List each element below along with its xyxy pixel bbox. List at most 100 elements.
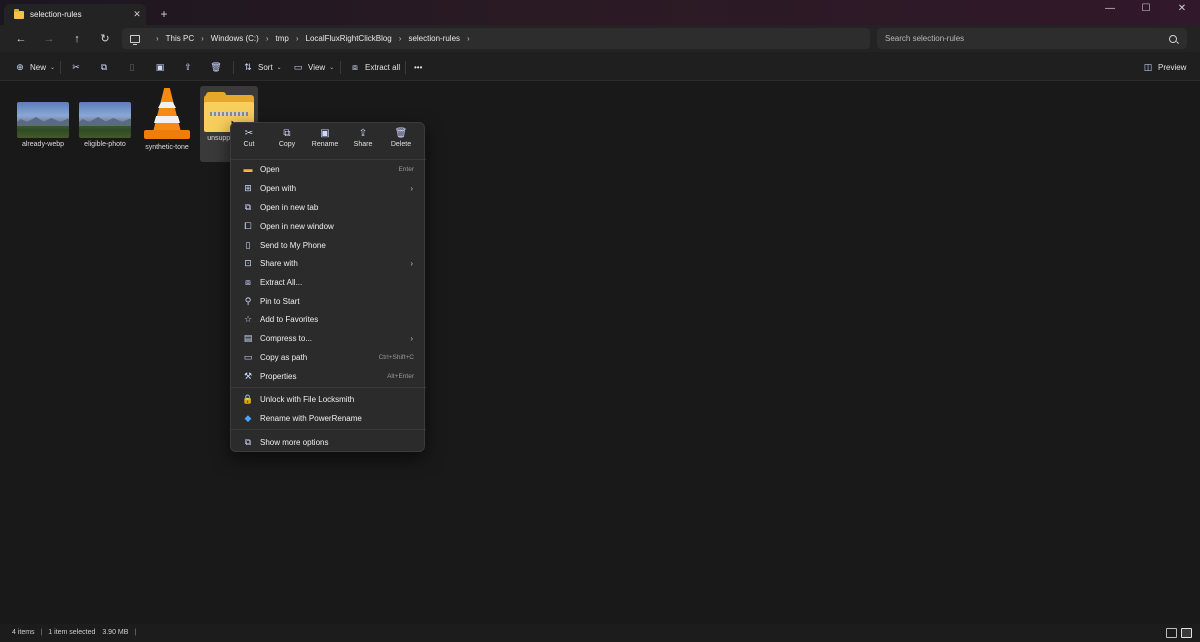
menu-item-extract-all[interactable]: ⧈ Extract All...	[234, 273, 423, 291]
new-button[interactable]: ⊕ New ⌄	[14, 60, 55, 74]
delete-button[interactable]: 🗑	[210, 60, 222, 74]
delete-action[interactable]: 🗑 Delete	[383, 127, 419, 148]
file-name: eligible-photo	[84, 141, 126, 148]
copy-label: Copy	[278, 141, 296, 148]
file-item[interactable]: synthetic-tone	[138, 86, 196, 151]
menu-item-label: Unlock with File Locksmith	[260, 394, 355, 404]
chevron-right-icon[interactable]: ›	[296, 34, 299, 43]
chevron-down-icon: ⌄	[276, 64, 282, 71]
menu-item-label: Extract All...	[260, 277, 303, 287]
rename-icon: ▣	[320, 128, 330, 139]
separator	[340, 61, 341, 74]
tab-selection-rules[interactable]: selection-rules ✕	[4, 4, 146, 25]
status-separator: |	[40, 629, 43, 636]
rename-action[interactable]: ▣ Rename	[307, 127, 343, 148]
sort-button[interactable]: ⇅ Sort ⌄	[242, 60, 282, 74]
folder-icon	[14, 8, 24, 19]
file-view[interactable]: already-webp eligible-photo synthetic-to…	[0, 82, 1200, 624]
refresh-button[interactable]: ↻	[96, 30, 114, 48]
rename-icon: ▣	[155, 61, 165, 72]
large-icons-view-icon[interactable]	[1181, 628, 1192, 638]
clipboard-icon: ▯	[129, 61, 135, 72]
menu-item-label: Add to Favorites	[260, 314, 319, 324]
menu-item-label: Open in new window	[260, 221, 334, 231]
file-item[interactable]: eligible-photo	[76, 86, 134, 148]
cut-label: Cut	[243, 141, 255, 148]
preview-pane-icon: ◫	[1143, 61, 1153, 72]
status-separator: |	[134, 629, 137, 636]
paste-button[interactable]: ▯	[126, 60, 138, 74]
share-icon: ⇪	[184, 61, 192, 72]
powerrename-icon: ◆	[244, 412, 252, 423]
search-input[interactable]: Search selection-rules	[885, 34, 1169, 43]
menu-item-label: Properties	[260, 371, 297, 381]
breadcrumb-this-pc[interactable]: This PC	[166, 34, 194, 43]
scissors-icon: ✂	[244, 128, 254, 139]
separator	[233, 61, 234, 74]
chevron-right-icon: ›	[410, 183, 413, 193]
shortcut-text: Ctrl+Shift+C	[378, 353, 414, 361]
new-tab-button[interactable]: +	[156, 6, 172, 22]
compress-icon: ▤	[243, 332, 253, 343]
menu-item-properties[interactable]: ⚒ Properties Alt+Enter	[234, 367, 423, 385]
star-icon: ☆	[243, 313, 253, 324]
phone-icon: ▯	[245, 239, 251, 250]
breadcrumb-windows-c[interactable]: Windows (C:)	[211, 34, 259, 43]
search-box[interactable]: Search selection-rules	[877, 28, 1187, 49]
minimize-button[interactable]: —	[1092, 0, 1128, 20]
new-tab-icon: ⧉	[244, 201, 252, 212]
menu-item-show-more-options[interactable]: ⧉ Show more options	[234, 433, 423, 451]
scissors-icon: ✂	[72, 61, 80, 72]
menu-item-open[interactable]: ▬ Open Enter	[234, 160, 423, 178]
more-options-button[interactable]: •••	[414, 60, 422, 74]
copy-button[interactable]: ⧉	[98, 60, 110, 74]
preview-button[interactable]: ◫ Preview	[1142, 60, 1187, 74]
menu-item-compress-to[interactable]: ▤ Compress to... ›	[234, 329, 423, 347]
menu-item-open-with[interactable]: ⊞ Open with ›	[234, 179, 423, 197]
file-item[interactable]: already-webp	[14, 86, 72, 148]
breadcrumb-localfluxrightclickblog[interactable]: LocalFluxRightClickBlog	[306, 34, 392, 43]
menu-item-send-to-my-phone[interactable]: ▯ Send to My Phone	[234, 236, 423, 254]
menu-item-rename-powerrename[interactable]: ◆ Rename with PowerRename	[234, 409, 423, 427]
vlc-cone-icon	[141, 86, 193, 142]
menu-item-label: Open with	[260, 183, 297, 193]
details-view-icon[interactable]	[1166, 628, 1177, 638]
breadcrumb-tmp[interactable]: tmp	[275, 34, 288, 43]
image-thumbnail	[79, 102, 131, 138]
up-button[interactable]: ↑	[68, 30, 86, 48]
menu-item-label: Rename with PowerRename	[260, 413, 362, 423]
menu-item-open-in-new-tab[interactable]: ⧉ Open in new tab	[234, 198, 423, 216]
view-label: View	[308, 62, 326, 72]
extract-all-button[interactable]: ⧈ Extract all	[349, 60, 400, 74]
menu-item-copy-as-path[interactable]: ▭ Copy as path Ctrl+Shift+C	[234, 348, 423, 366]
menu-item-unlock-file-locksmith[interactable]: 🔒 Unlock with File Locksmith	[234, 390, 423, 408]
address-bar[interactable]: › This PC › Windows (C:) › tmp › LocalFl…	[122, 28, 870, 49]
chevron-right-icon[interactable]: ›	[201, 34, 204, 43]
close-button[interactable]: ✕	[1164, 0, 1200, 20]
menu-item-add-to-favorites[interactable]: ☆ Add to Favorites	[234, 310, 423, 328]
selection-count: 1 item selected	[48, 629, 96, 636]
chevron-right-icon[interactable]: ›	[467, 34, 470, 43]
menu-item-share-with[interactable]: ⊡ Share with ›	[234, 254, 423, 272]
back-button[interactable]: ←	[12, 30, 30, 48]
menu-item-pin-to-start[interactable]: ⚲ Pin to Start	[234, 292, 423, 310]
cut-button[interactable]: ✂	[70, 60, 82, 74]
trash-icon: 🗑	[210, 61, 222, 72]
menu-item-open-in-new-window[interactable]: ⧠ Open in new window	[234, 217, 423, 235]
share-label: Share	[353, 141, 373, 148]
forward-button[interactable]: →	[40, 30, 58, 48]
copy-action[interactable]: ⧉ Copy	[269, 127, 305, 148]
chevron-right-icon[interactable]: ›	[266, 34, 269, 43]
cut-action[interactable]: ✂ Cut	[231, 127, 267, 148]
image-thumbnail	[17, 102, 69, 138]
rename-button[interactable]: ▣	[154, 60, 166, 74]
share-button[interactable]: ⇪	[182, 60, 194, 74]
maximize-button[interactable]: ☐	[1128, 0, 1164, 20]
file-name: synthetic-tone	[145, 144, 189, 151]
chevron-right-icon[interactable]: ›	[399, 34, 402, 43]
view-button[interactable]: ▭ View ⌄	[292, 60, 335, 74]
tab-close-icon[interactable]: ✕	[128, 9, 146, 20]
breadcrumb-selection-rules[interactable]: selection-rules	[408, 34, 460, 43]
new-window-icon: ⧠	[244, 220, 252, 231]
share-action[interactable]: ⇪ Share	[345, 127, 381, 148]
